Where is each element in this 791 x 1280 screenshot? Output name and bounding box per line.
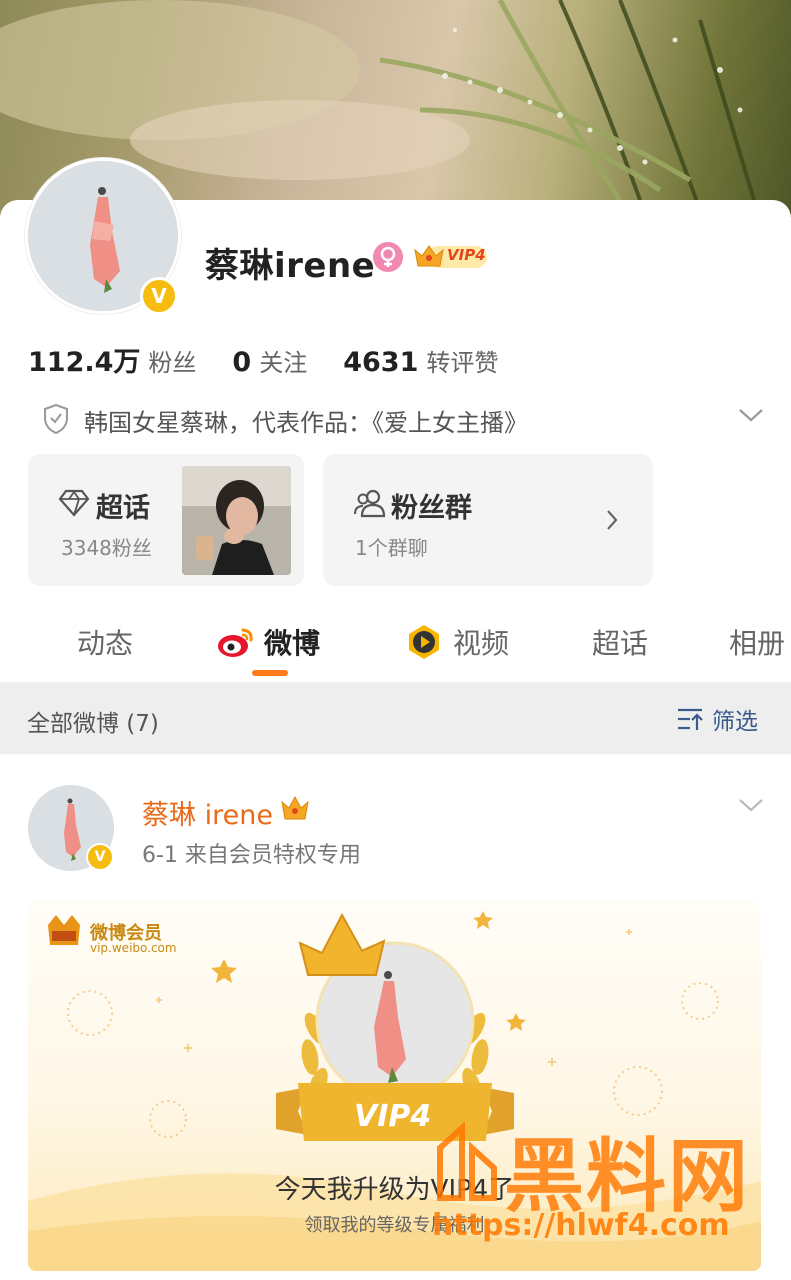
fan-group-count: 1个群聊 (355, 536, 428, 560)
supertopic-fans: 3348粉丝 (61, 536, 152, 560)
followers-count[interactable]: 112.4万 (28, 340, 140, 379)
following-count[interactable]: 0 (232, 347, 251, 378)
following-label[interactable]: 关注 (259, 343, 307, 378)
vip-logo-url: vip.weibo.com (90, 941, 177, 955)
post-verified-badge: V (86, 843, 114, 871)
weibo-post: V 蔡琳 irene 6-1 来自会员特权专用 微博会员 vip.weibo.c… (0, 755, 791, 1280)
upgrade-subtext: 领取我的等级专属福利 (304, 1215, 485, 1236)
all-posts-count: 全部微博 (7) (27, 711, 159, 737)
profile-bio: 韩国女星蔡琳，代表作品：《爱上女主播》 (84, 409, 528, 437)
verified-badge: V (140, 277, 178, 315)
profile-tabs: 动态 微博 视频 超话 相册 (0, 610, 791, 680)
tab-album[interactable]: 相册 (729, 622, 785, 662)
group-icon (353, 488, 387, 522)
supertopic-card[interactable]: 超话 3348粉丝 (28, 454, 304, 586)
vip-crown-icon (280, 793, 310, 823)
chevron-down-icon[interactable] (737, 405, 765, 425)
tab-activity-label: 动态 (77, 627, 134, 660)
tab-activity[interactable]: 动态 (77, 622, 133, 662)
post-meta: 6-1 来自会员特权专用 (142, 843, 361, 868)
interactions-label: 转评赞 (426, 349, 499, 377)
video-play-icon (405, 623, 443, 661)
upgrade-message: 今天我升级为VIP4了 (274, 1175, 515, 1205)
supertopic-title: 超话 (96, 493, 150, 524)
tab-album-label: 相册 (729, 627, 786, 660)
diamond-icon (58, 488, 90, 522)
chevron-right-icon (605, 508, 619, 536)
vip-upgrade-banner[interactable]: 微博会员 vip.weibo.com VIP4 今天我升级为VIP4了 领取我的… (28, 901, 761, 1271)
filter-button[interactable]: 筛选 (676, 702, 758, 736)
profile-name: 蔡琳irene (205, 246, 376, 286)
filter-icon (676, 706, 706, 732)
vip-crown-icon[interactable]: VIP4 (413, 240, 489, 272)
post-author-name[interactable]: 蔡琳 irene (142, 793, 273, 832)
tab-video[interactable]: 视频 (405, 622, 509, 662)
shield-icon (42, 403, 70, 435)
interactions-count: 4631 (343, 347, 419, 378)
filter-bar: 全部微博 (7) 筛选 (0, 682, 791, 754)
tab-supertopic-label: 超话 (592, 627, 649, 660)
fan-group-title: 粉丝群 (391, 493, 472, 524)
tab-weibo[interactable]: 微博 (216, 622, 320, 662)
chevron-down-icon[interactable] (737, 795, 765, 815)
supertopic-cover-photo (182, 466, 291, 575)
fan-group-card[interactable]: 粉丝群 1个群聊 (323, 454, 653, 586)
tab-video-label: 视频 (453, 627, 510, 660)
profile-stats: 112.4万 粉丝 0 关注 4631 转评赞 (28, 340, 534, 380)
vip-level-label: VIP4 (447, 246, 486, 264)
active-tab-indicator (252, 670, 288, 676)
vip-ribbon-label: VIP4 (354, 1099, 432, 1134)
weibo-logo-icon (216, 625, 256, 659)
filter-label: 筛选 (712, 709, 758, 735)
female-icon (373, 242, 403, 272)
followers-label[interactable]: 粉丝 (148, 343, 196, 378)
tab-supertopic[interactable]: 超话 (592, 622, 648, 662)
tab-weibo-label: 微博 (264, 627, 321, 660)
